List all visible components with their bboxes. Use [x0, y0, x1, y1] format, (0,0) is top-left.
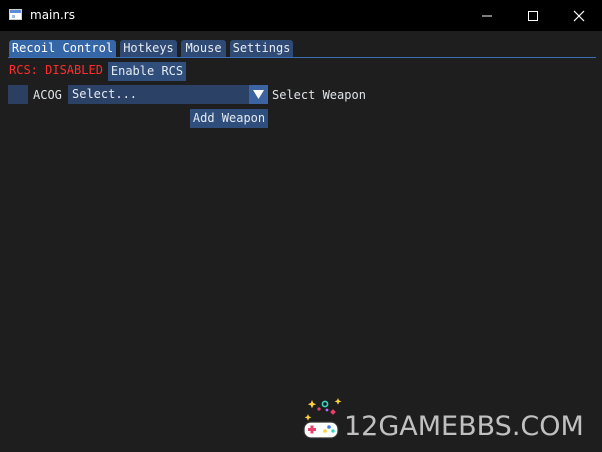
- minimize-icon: [482, 15, 492, 17]
- window-title: main.rs: [30, 8, 75, 22]
- dropdown-arrow-icon: [253, 90, 264, 99]
- tab-settings[interactable]: Settings: [230, 40, 293, 57]
- close-icon: [573, 10, 585, 22]
- maximize-button[interactable]: [510, 0, 556, 31]
- minimize-button[interactable]: [464, 0, 510, 31]
- title-bar[interactable]: main.rs: [0, 0, 602, 31]
- tab-mouse[interactable]: Mouse: [181, 40, 226, 57]
- tab-underline: [8, 57, 596, 58]
- weapon-select-dropdown-button[interactable]: [249, 85, 268, 104]
- tab-recoil-control[interactable]: Recoil Control: [9, 40, 116, 57]
- add-weapon-button[interactable]: Add Weapon: [190, 109, 268, 128]
- app-icon: [9, 9, 22, 20]
- tab-hotkeys[interactable]: Hotkeys: [120, 40, 177, 57]
- weapon-select-combo[interactable]: Select...: [68, 85, 249, 104]
- acog-checkbox[interactable]: [8, 85, 28, 104]
- rcs-status-text: RCS: DISABLED: [9, 63, 103, 77]
- enable-rcs-button[interactable]: Enable RCS: [108, 62, 186, 81]
- acog-label: ACOG: [33, 88, 62, 102]
- watermark-text: 12GAMEBBS.COM: [344, 411, 584, 442]
- select-weapon-label: Select Weapon: [272, 88, 366, 102]
- maximize-icon: [528, 11, 538, 21]
- close-button[interactable]: [556, 0, 602, 31]
- app-window: main.rs Recoil Control Hotkeys Mouse Set…: [0, 0, 602, 452]
- gamepad-logo-icon: [303, 398, 342, 439]
